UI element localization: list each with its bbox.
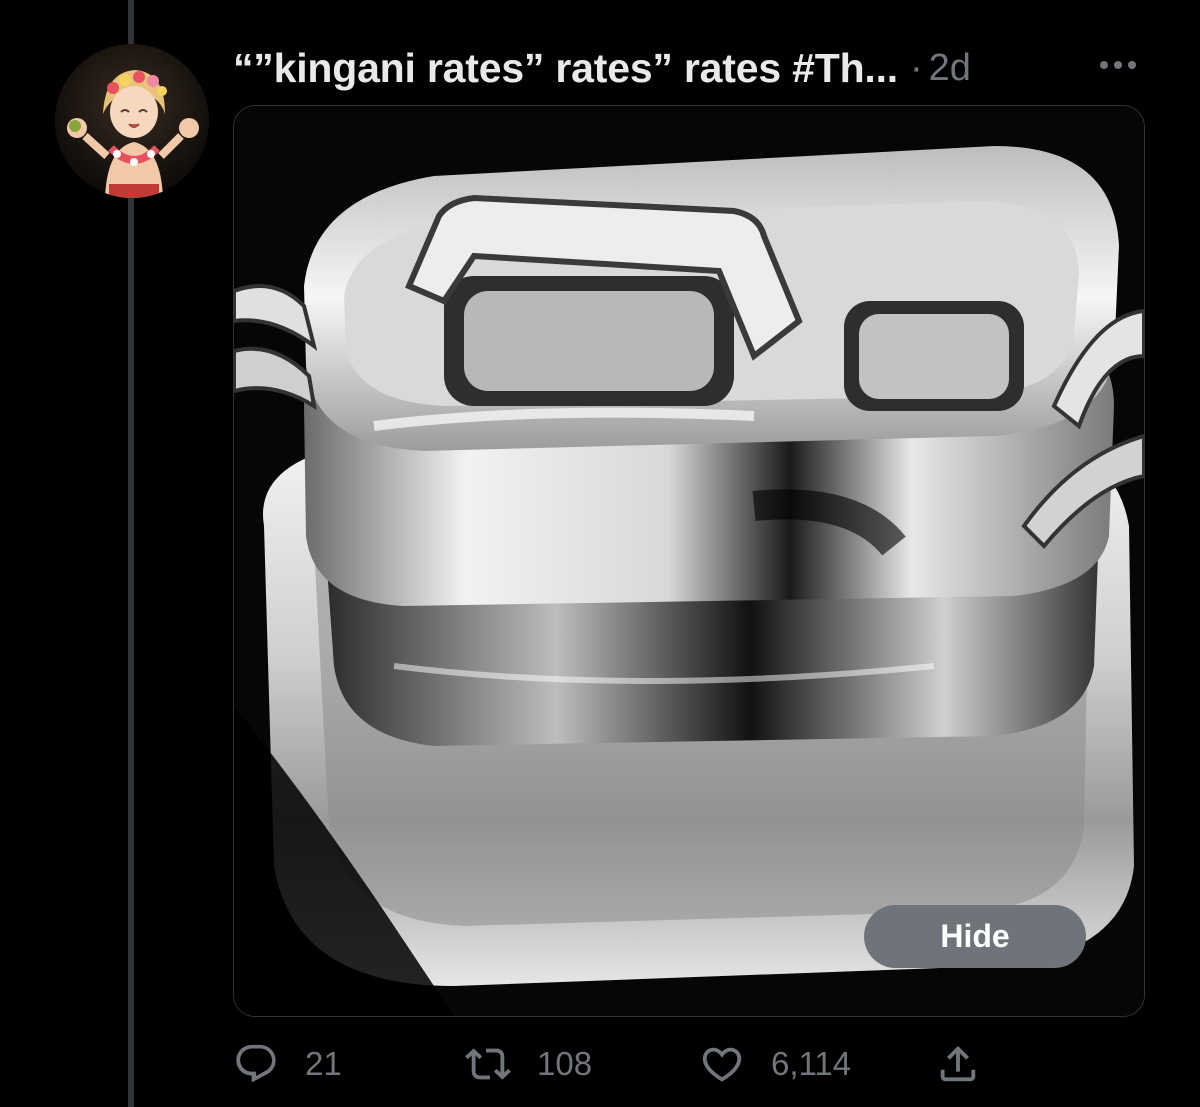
tweet-media[interactable]: Hide: [233, 105, 1145, 1017]
timestamp[interactable]: 2d: [929, 47, 971, 90]
like-icon: [702, 1047, 742, 1082]
retweet-count: 108: [537, 1045, 593, 1082]
share-icon: [940, 1045, 976, 1082]
author-name[interactable]: “”kingani rates” rates” rates #Th...: [233, 45, 898, 92]
reply-count: 21: [305, 1045, 342, 1082]
like-button[interactable]: 6,114: [699, 1036, 851, 1092]
media-image: [234, 106, 1144, 1016]
tweet-header: “”kingani rates” rates” rates #Th... · 2…: [233, 38, 1133, 98]
reply-icon: [236, 1044, 276, 1083]
header-separator: ·: [910, 46, 923, 89]
more-icon: [1100, 61, 1136, 69]
retweet-icon: [465, 1048, 511, 1080]
reply-button[interactable]: 21: [233, 1036, 342, 1092]
retweet-button[interactable]: 108: [465, 1036, 592, 1092]
more-options-button[interactable]: [1093, 50, 1143, 80]
avatar[interactable]: [55, 44, 209, 198]
share-button[interactable]: [935, 1036, 981, 1092]
tweet[interactable]: “”kingani rates” rates” rates #Th... · 2…: [0, 0, 1200, 1107]
hide-media-button[interactable]: Hide: [864, 905, 1086, 968]
like-count: 6,114: [771, 1045, 852, 1082]
